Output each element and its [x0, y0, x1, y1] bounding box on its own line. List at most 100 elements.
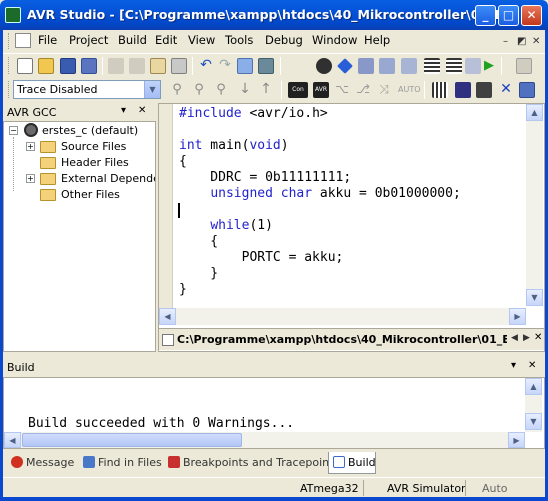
code-line[interactable]: { [179, 154, 461, 170]
tree-expander-root[interactable]: − [9, 126, 18, 135]
con-icon[interactable]: Con [288, 82, 308, 98]
build-horizontal-scrollbar[interactable]: ◀ ▶ [4, 432, 525, 448]
trace-dropdown[interactable]: Trace Disabled ▼ [13, 80, 161, 99]
windows-icon[interactable] [237, 58, 253, 74]
menu-grip[interactable] [8, 33, 11, 49]
save-icon[interactable] [60, 58, 76, 74]
print-icon[interactable] [171, 58, 187, 74]
bookmark-prev-icon[interactable] [379, 58, 395, 74]
build-vertical-scrollbar[interactable]: ▲ ▼ [525, 378, 542, 432]
code-line[interactable] [179, 122, 461, 138]
disassembler-icon[interactable] [519, 82, 535, 98]
close-button[interactable]: ✕ [521, 5, 542, 26]
toolbar-grip[interactable] [8, 81, 11, 98]
tree-item-external-dependencies[interactable]: External Depender [61, 172, 155, 185]
registers-icon[interactable] [455, 82, 471, 98]
menu-view[interactable]: View [188, 33, 215, 47]
vertical-scrollbar[interactable]: ▲ ▼ [526, 104, 543, 306]
copy-icon[interactable] [129, 58, 145, 74]
tree-expander-external[interactable]: + [26, 174, 35, 183]
code-line[interactable]: while(1) [179, 218, 461, 234]
scroll-thumb[interactable] [22, 433, 242, 447]
scroll-down-icon[interactable]: ▼ [526, 289, 543, 306]
maximize-button[interactable]: □ [498, 5, 519, 26]
compile-icon[interactable] [465, 58, 481, 74]
menu-edit[interactable]: Edit [155, 33, 177, 47]
chevron-down-icon[interactable]: ▼ [144, 81, 160, 98]
redo-icon[interactable]: ↷ [217, 58, 233, 74]
bookmark-toggle-icon[interactable] [337, 58, 353, 74]
memory-icon[interactable] [432, 82, 448, 98]
bookmark-clear-icon[interactable] [401, 58, 417, 74]
trace-icon[interactable]: ⚲ [213, 82, 229, 98]
pin-icon[interactable]: ▾ [511, 360, 516, 371]
outdent-icon[interactable] [446, 58, 462, 74]
code-editor[interactable]: #include <avr/io.h> int main(void){ DDRC… [158, 103, 545, 352]
tree-item-source-files[interactable]: Source Files [61, 140, 126, 153]
menu-window[interactable]: Window [312, 33, 357, 47]
code-line[interactable]: int main(void) [179, 138, 461, 154]
undo-icon[interactable]: ↶ [198, 58, 214, 74]
binoculars-icon[interactable] [316, 58, 332, 74]
toolbar-grip[interactable] [8, 57, 11, 74]
tab-find-in-files[interactable]: Find in Files [79, 452, 162, 474]
scroll-left-icon[interactable]: ◀ [4, 432, 21, 448]
tab-breakpoints[interactable]: Breakpoints and Tracepoints [164, 452, 339, 474]
scroll-right-icon[interactable]: ▶ [508, 432, 525, 448]
menu-file[interactable]: File [38, 33, 57, 47]
tab-close-icon[interactable]: ✕ [534, 332, 542, 343]
auto-button[interactable]: AUTO [398, 85, 421, 94]
code-line[interactable]: #include <avr/io.h> [179, 106, 461, 122]
bookmark-next-icon[interactable] [358, 58, 374, 74]
cut-icon[interactable] [108, 58, 124, 74]
open-folder-icon[interactable] [38, 58, 54, 74]
scroll-up-icon[interactable]: ▲ [525, 378, 542, 395]
menu-project[interactable]: Project [69, 33, 108, 47]
step-out-icon[interactable]: ↑ [258, 82, 274, 98]
indent-icon[interactable] [424, 58, 440, 74]
connect-icon[interactable]: ⌥ [334, 82, 350, 98]
upload-icon[interactable]: ⎇ [355, 82, 371, 98]
tab-build[interactable]: Build [328, 452, 376, 474]
menu-debug[interactable]: Debug [265, 33, 303, 47]
avr-icon[interactable]: AVR [313, 82, 329, 98]
tab-prev-icon[interactable]: ◀ [511, 333, 518, 343]
properties-icon[interactable] [516, 58, 532, 74]
code-line[interactable]: } [179, 282, 461, 298]
mdi-minimize-button[interactable]: – [503, 36, 508, 47]
tree-item-other-files[interactable]: Other Files [61, 188, 120, 201]
step-icon[interactable]: ↓ [237, 82, 253, 98]
sync-icon[interactable]: ⤨ [376, 82, 392, 98]
menu-help[interactable]: Help [364, 33, 390, 47]
minimize-button[interactable]: _ [475, 5, 496, 26]
document-path-tab[interactable]: C:\Programme\xampp\htdocs\40_Mikrocontro… [177, 333, 507, 346]
tree-expander-source[interactable]: + [26, 142, 35, 151]
document-icon[interactable] [15, 33, 31, 48]
code-line[interactable]: DDRC = 0b11111111; [179, 170, 461, 186]
code-line[interactable]: PORTC = akku; [179, 250, 461, 266]
find-device-icon[interactable] [258, 58, 274, 74]
scroll-right-icon[interactable]: ▶ [509, 308, 526, 325]
stop-debug-icon[interactable]: ✕ [498, 82, 514, 98]
code-line[interactable] [179, 202, 461, 218]
menu-build[interactable]: Build [118, 33, 147, 47]
code-line[interactable]: { [179, 234, 461, 250]
tab-message[interactable]: Message [7, 452, 77, 474]
new-file-icon[interactable] [17, 58, 33, 74]
paste-icon[interactable] [150, 58, 166, 74]
code-line[interactable]: } [179, 266, 461, 282]
scroll-left-icon[interactable]: ◀ [159, 308, 176, 325]
panel-close-icon[interactable]: ✕ [138, 105, 146, 116]
tab-next-icon[interactable]: ▶ [523, 333, 530, 343]
scroll-down-icon[interactable]: ▼ [525, 413, 542, 430]
mdi-close-button[interactable]: ✕ [532, 36, 540, 47]
scroll-up-icon[interactable]: ▲ [526, 104, 543, 121]
code-line[interactable]: unsigned char akku = 0b01000000; [179, 186, 460, 202]
code-area[interactable]: #include <avr/io.h> int main(void){ DDRC… [179, 106, 461, 298]
trace-icon[interactable]: ⚲ [169, 82, 185, 98]
tree-item-header-files[interactable]: Header Files [61, 156, 129, 169]
build-panel-close-icon[interactable]: ✕ [528, 360, 536, 371]
horizontal-scrollbar[interactable]: ◀ ▶ [159, 308, 526, 325]
menu-tools[interactable]: Tools [225, 33, 253, 47]
mdi-restore-button[interactable]: ◩ [517, 36, 526, 47]
